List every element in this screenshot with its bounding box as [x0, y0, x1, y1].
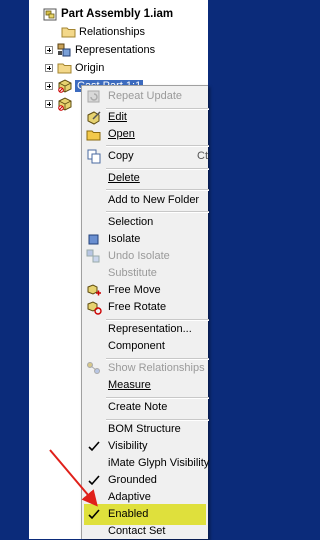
- menu-separator: [106, 211, 209, 213]
- menu-separator: [106, 189, 209, 191]
- expand-icon[interactable]: [45, 46, 53, 54]
- menu-item-free-move[interactable]: Free Move: [82, 282, 209, 299]
- tree-item-relationships[interactable]: Relationships: [61, 24, 145, 40]
- menu-item-add-to-new-folder[interactable]: Add to New Folder: [82, 192, 209, 209]
- tree-root-label: Part Assembly 1.iam: [61, 8, 174, 20]
- expand-icon[interactable]: [45, 64, 53, 72]
- part-icon: [58, 79, 72, 93]
- checkmark-icon: [88, 509, 100, 520]
- menu-item-contact-set[interactable]: Contact Set: [82, 523, 209, 540]
- menu-item-isolate[interactable]: Isolate: [82, 231, 209, 248]
- menu-item-create-note[interactable]: Create Note: [82, 399, 209, 416]
- open-icon: [86, 130, 101, 141]
- menu-item-imate-glyph-visibility[interactable]: iMate Glyph Visibility: [82, 455, 209, 472]
- free-rotate-icon: [87, 301, 102, 315]
- folder-icon: [57, 63, 72, 74]
- menu-item-free-rotate[interactable]: Free Rotate: [82, 299, 209, 316]
- copy-icon: [87, 149, 101, 164]
- isolate-icon: [88, 234, 99, 245]
- tree-item-label: Representations: [75, 44, 156, 56]
- menu-separator: [106, 145, 209, 147]
- assembly-icon: [43, 8, 57, 21]
- menu-item-undo-isolate[interactable]: Undo Isolate: [82, 248, 209, 265]
- tree-item-representations[interactable]: Representations: [45, 42, 155, 58]
- context-menu: Repeat Update Edit Open Copy Ct Delete A…: [81, 85, 209, 540]
- menu-item-copy[interactable]: Copy Ct: [82, 148, 209, 165]
- menu-item-repeat-update[interactable]: Repeat Update: [82, 88, 209, 105]
- representations-icon: [57, 43, 71, 57]
- menu-item-component[interactable]: Component: [82, 338, 209, 355]
- menu-item-representation[interactable]: Representation...: [82, 321, 209, 338]
- menu-item-edit[interactable]: Edit: [82, 109, 209, 126]
- menu-item-bom-structure[interactable]: BOM Structure: [82, 421, 209, 438]
- menu-item-measure[interactable]: Measure: [82, 377, 209, 394]
- tree-item-part-2[interactable]: [45, 96, 72, 112]
- show-relationships-icon: [87, 362, 100, 374]
- menu-item-substitute[interactable]: Substitute: [82, 265, 209, 282]
- folder-icon: [61, 27, 76, 38]
- part-icon: [58, 97, 72, 111]
- menu-item-enabled[interactable]: Enabled: [82, 506, 209, 523]
- expand-icon[interactable]: [45, 100, 53, 108]
- undo-isolate-icon: [86, 249, 100, 263]
- tree-item-origin[interactable]: Origin: [45, 60, 104, 76]
- checkmark-icon: [88, 441, 100, 452]
- menu-item-open[interactable]: Open: [82, 126, 209, 143]
- checkmark-icon: [88, 475, 100, 486]
- tree-item-label: Relationships: [79, 26, 146, 38]
- repeat-update-icon: [87, 90, 100, 103]
- expand-icon[interactable]: [45, 82, 53, 90]
- menu-item-adaptive[interactable]: Adaptive: [82, 489, 209, 506]
- menu-item-visibility[interactable]: Visibility: [82, 438, 209, 455]
- menu-item-selection[interactable]: Selection: [82, 214, 209, 231]
- menu-item-grounded[interactable]: Grounded: [82, 472, 209, 489]
- menu-item-show-relationships[interactable]: Show Relationships: [82, 360, 209, 377]
- tree-root-assembly[interactable]: Part Assembly 1.iam: [43, 6, 173, 22]
- menu-item-delete[interactable]: Delete: [82, 170, 209, 187]
- tree-item-label: Origin: [75, 62, 105, 74]
- edit-icon: [87, 111, 101, 125]
- free-move-icon: [87, 284, 101, 296]
- left-panel-strip: [0, 0, 29, 539]
